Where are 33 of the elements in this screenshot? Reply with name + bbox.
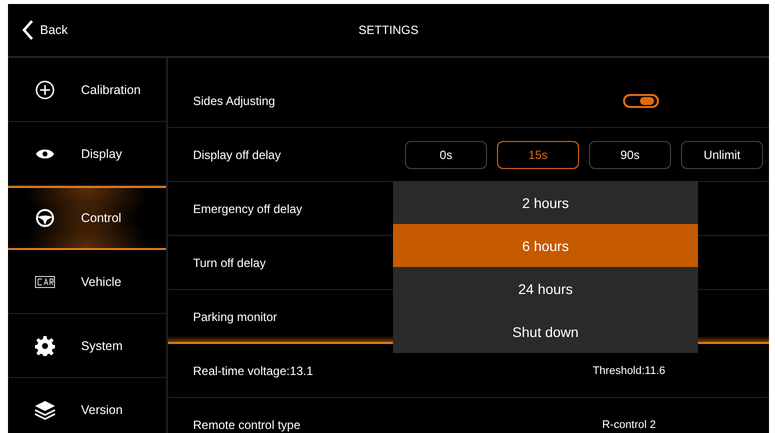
chevron-left-icon [22,19,34,41]
row-label: Parking monitor [193,310,278,324]
steering-wheel-icon [35,208,55,228]
row-label: Display off delay [193,148,281,162]
row-label: Real-time voltage:13.1 [193,364,314,378]
layers-icon [34,400,56,420]
back-button[interactable]: Back [18,15,72,45]
plus-circle-icon [35,80,55,100]
sidebar-item[interactable]: Display [8,122,166,186]
row-label: Turn off delay [193,256,266,270]
option-button[interactable]: Unlimit [681,140,763,168]
option-button[interactable]: 0s [405,140,487,168]
gear-icon [35,336,55,356]
toggle-switch[interactable] [623,94,659,108]
option-button[interactable]: 90s [589,140,671,168]
screen-title: SETTINGS [358,23,418,37]
row-value: Threshold:11.6 [592,364,666,376]
sidebar-item[interactable]: Vehicle [8,250,166,314]
dropdown-option[interactable]: Shut down [393,310,698,353]
sidebar-item[interactable]: Control [8,186,166,250]
dropdown-option[interactable]: 6 hours [393,224,698,267]
sidebar-item[interactable]: Version [8,378,166,433]
dropdown-option[interactable]: 2 hours [393,181,698,224]
row-label: Sides Adjusting [193,94,276,108]
sidebar-item[interactable]: System [8,314,166,378]
sidebar-item[interactable]: Calibration [8,58,166,122]
row-label: Remote control type [193,418,300,432]
eye-icon [35,146,55,160]
dropdown-option[interactable]: 24 hours [393,267,698,310]
car-label-icon [35,276,55,288]
row-value: R-control 2 [601,418,657,430]
option-button[interactable]: 15s [497,140,579,168]
row-label: Emergency off delay [193,202,302,216]
